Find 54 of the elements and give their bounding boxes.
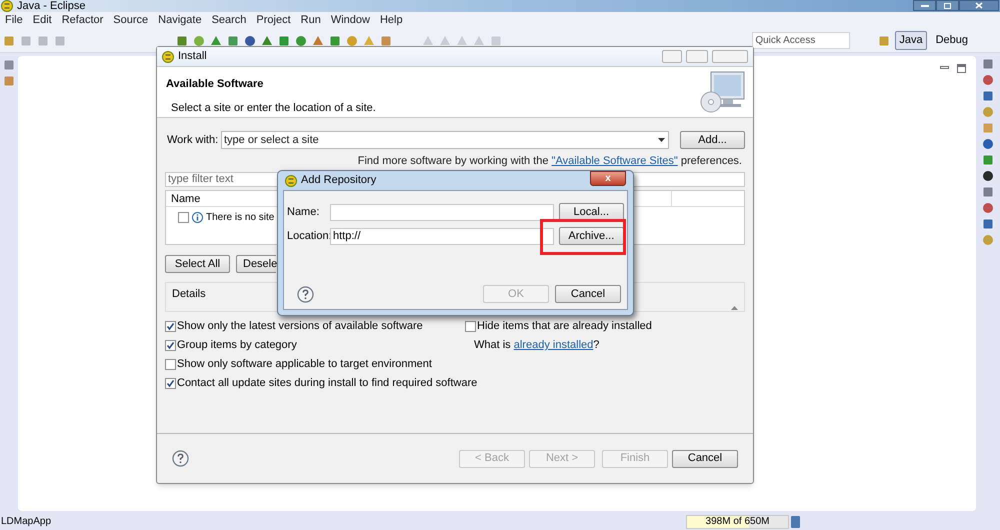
- dialog-button[interactable]: Cancel: [555, 285, 621, 303]
- checkbox[interactable]: [465, 321, 476, 332]
- installed-link[interactable]: already installed: [514, 339, 594, 351]
- menu-item[interactable]: Navigate: [158, 12, 202, 29]
- perspective-tab[interactable]: Java: [895, 31, 927, 50]
- menu-item[interactable]: File: [5, 12, 23, 29]
- menu-item[interactable]: Source: [113, 12, 148, 29]
- checkbox[interactable]: [178, 212, 189, 222]
- list-button[interactable]: Select All: [165, 255, 230, 273]
- checkbox[interactable]: [165, 378, 176, 389]
- option-label: Show only software applicable to target environment: [177, 357, 432, 372]
- option-label: Hide items that are already installed: [477, 319, 652, 334]
- menu-item[interactable]: Run: [300, 12, 321, 29]
- window-title: Java - Eclipse: [17, 0, 86, 12]
- status-project: LDMapApp: [1, 515, 52, 529]
- checkbox[interactable]: [165, 340, 176, 351]
- scroll-up-icon[interactable]: [731, 306, 738, 310]
- site-combo[interactable]: type or select a site: [221, 131, 669, 149]
- info-icon: [192, 212, 203, 222]
- option-label: Contact all update sites during install to find required software: [177, 376, 478, 392]
- text-field[interactable]: http://: [330, 228, 554, 244]
- menu-item[interactable]: Search: [212, 12, 246, 29]
- wizard-button[interactable]: Cancel: [672, 450, 738, 468]
- sites-link[interactable]: "Available Software Sites": [552, 154, 678, 167]
- help-icon[interactable]: [297, 286, 314, 302]
- quick-access-field[interactable]: Quick Access: [752, 32, 850, 49]
- checkbox[interactable]: [165, 321, 176, 332]
- heap-usage: 398M of 650M: [706, 515, 770, 529]
- browse-button[interactable]: Archive...: [558, 227, 624, 245]
- menu-item[interactable]: Project: [256, 12, 291, 29]
- menu-item[interactable]: Help: [380, 12, 403, 29]
- dialog-title: Install: [178, 49, 207, 64]
- option-label: Group items by category: [177, 338, 297, 354]
- option-label: Show only the latest versions of available software: [177, 319, 423, 334]
- field-label: Location:: [287, 228, 330, 244]
- add-button[interactable]: Add...: [680, 131, 745, 149]
- header-subtitle: Select a site or enter the location of a site.: [170, 100, 377, 116]
- dialog-title: Add Repository: [301, 173, 376, 188]
- list-button[interactable]: Desele: [236, 255, 276, 273]
- info-text: Find more software by working with the "Available Software Sites" preferences.: [358, 154, 742, 169]
- installed-text: What is already installed?: [473, 338, 600, 353]
- dropdown-arrow-icon[interactable]: [658, 138, 665, 142]
- field-label: Work with:: [166, 132, 218, 148]
- field-label: Name:: [287, 204, 320, 220]
- table-cell-text: There is no site: [206, 210, 274, 224]
- menu-item[interactable]: Window: [330, 12, 370, 29]
- menu-item[interactable]: Edit: [32, 12, 52, 29]
- header-title: Available Software: [166, 77, 264, 92]
- perspective-tab[interactable]: Debug: [932, 31, 972, 50]
- text-field[interactable]: [330, 204, 554, 220]
- help-icon[interactable]: [172, 450, 189, 467]
- menu-item[interactable]: Refactor: [62, 12, 104, 29]
- details-label: Details: [172, 287, 206, 302]
- checkbox[interactable]: [165, 359, 176, 370]
